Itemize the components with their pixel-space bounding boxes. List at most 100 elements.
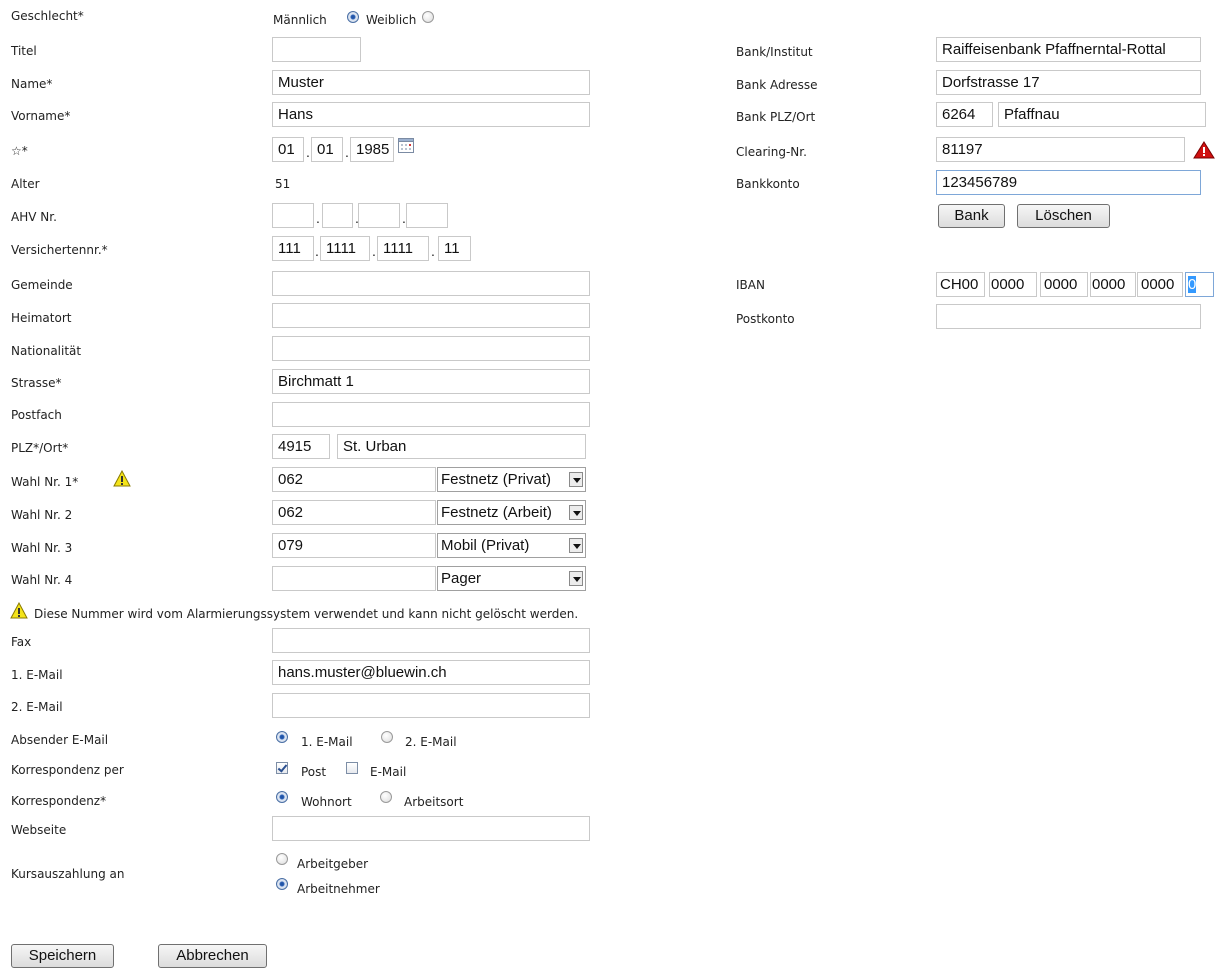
- fax-label: Fax: [11, 635, 32, 649]
- wahl2-type-select[interactable]: Festnetz (Arbeit): [437, 500, 586, 525]
- date-separator: .: [306, 144, 310, 160]
- alter-value: 51: [275, 177, 291, 191]
- wahl4-number-input[interactable]: [272, 566, 436, 591]
- postkonto-label: Postkonto: [736, 312, 795, 326]
- versichertennr-separator: .: [372, 243, 376, 259]
- iban-part4-input[interactable]: 0000: [1090, 272, 1136, 297]
- iban-part6-input[interactable]: 0: [1185, 272, 1214, 297]
- ahv-part4-input[interactable]: [406, 203, 448, 228]
- webseite-label: Webseite: [11, 823, 67, 837]
- bank-adresse-input[interactable]: Dorfstrasse 17: [936, 70, 1201, 95]
- birth-year-input[interactable]: 1985: [350, 137, 394, 162]
- bank-institut-input[interactable]: Raiffeisenbank Pfaffnerntal-Rottal: [936, 37, 1201, 62]
- postfach-input[interactable]: [272, 402, 590, 427]
- wahl4-label: Wahl Nr. 4: [11, 573, 73, 587]
- error-icon: [1193, 141, 1215, 159]
- iban-part2-input[interactable]: 0000: [989, 272, 1037, 297]
- save-button[interactable]: Speichern: [11, 944, 114, 968]
- wahl3-number-input[interactable]: 079: [272, 533, 436, 558]
- strasse-input[interactable]: Birchmatt 1: [272, 369, 590, 394]
- postkonto-input[interactable]: [936, 304, 1201, 329]
- clearing-label: Clearing-Nr.: [736, 145, 807, 159]
- wahl4-type-value: Pager: [441, 570, 482, 587]
- weiblich-radio[interactable]: [422, 11, 434, 23]
- gemeinde-label: Gemeinde: [11, 278, 73, 292]
- bank-ort-input[interactable]: Pfaffnau: [998, 102, 1206, 127]
- ahv-part1-input[interactable]: [272, 203, 314, 228]
- warning-icon: [10, 602, 28, 619]
- wahl3-type-value: Mobil (Privat): [441, 537, 530, 554]
- birth-day-input[interactable]: 01: [272, 137, 304, 162]
- titel-label: Titel: [11, 44, 37, 58]
- versichertennr-separator: .: [431, 243, 435, 259]
- arbeitgeber-label: Arbeitgeber: [297, 857, 369, 871]
- versichertennr-part3-input[interactable]: 1111: [377, 236, 429, 261]
- name-input[interactable]: Muster: [272, 70, 590, 95]
- versichertennr-part2-input[interactable]: 1111: [320, 236, 370, 261]
- bank-button[interactable]: Bank: [938, 204, 1005, 228]
- post-checkbox[interactable]: [276, 762, 288, 774]
- arbeitgeber-radio[interactable]: [276, 853, 288, 865]
- clearing-input[interactable]: 81197: [936, 137, 1185, 162]
- versichertennr-separator: .: [315, 243, 319, 259]
- bank-adresse-label: Bank Adresse: [736, 78, 818, 92]
- vorname-input[interactable]: Hans: [272, 102, 590, 127]
- email1-input[interactable]: hans.muster@bluewin.ch: [272, 660, 590, 685]
- versichertennr-part1-input[interactable]: 111: [272, 236, 314, 261]
- ort-input[interactable]: St. Urban: [337, 434, 586, 459]
- birth-month-input[interactable]: 01: [311, 137, 343, 162]
- wahl2-label: Wahl Nr. 2: [11, 508, 73, 522]
- heimatort-input[interactable]: [272, 303, 590, 328]
- chevron-down-icon: [569, 505, 583, 520]
- versichertennr-part4-input[interactable]: 11: [438, 236, 471, 261]
- chevron-down-icon: [569, 472, 583, 487]
- email-checkbox[interactable]: [346, 762, 358, 774]
- ahv-part3-input[interactable]: [358, 203, 400, 228]
- plz-ort-label: PLZ*/Ort*: [11, 441, 69, 455]
- wahl1-type-select[interactable]: Festnetz (Privat): [437, 467, 586, 492]
- versichertennr-label: Versichertennr.*: [11, 243, 108, 257]
- titel-input[interactable]: [272, 37, 361, 62]
- absender-email2-radio[interactable]: [381, 731, 393, 743]
- iban-label: IBAN: [736, 278, 765, 292]
- calendar-icon[interactable]: [398, 138, 414, 153]
- iban-part5-input[interactable]: 0000: [1137, 272, 1183, 297]
- wahl1-type-value: Festnetz (Privat): [441, 471, 552, 488]
- wahl3-type-select[interactable]: Mobil (Privat): [437, 533, 586, 558]
- wahl2-number-input[interactable]: 062: [272, 500, 436, 525]
- ahv-separator: .: [316, 210, 320, 226]
- bankkonto-input[interactable]: 123456789: [936, 170, 1201, 195]
- webseite-input[interactable]: [272, 816, 590, 841]
- email2-input[interactable]: [272, 693, 590, 718]
- iban-part3-input[interactable]: 0000: [1040, 272, 1088, 297]
- email1-label: 1. E-Mail: [11, 668, 63, 682]
- gemeinde-input[interactable]: [272, 271, 590, 296]
- wohnort-radio[interactable]: [276, 791, 288, 803]
- arbeitsort-radio[interactable]: [380, 791, 392, 803]
- wahl1-number-input[interactable]: 062: [272, 467, 436, 492]
- wahl4-type-select[interactable]: Pager: [437, 566, 586, 591]
- bank-plz-ort-label: Bank PLZ/Ort: [736, 110, 816, 124]
- nationalitaet-label: Nationalität: [11, 344, 82, 358]
- cancel-button[interactable]: Abbrechen: [158, 944, 267, 968]
- bank-plz-input[interactable]: 6264: [936, 102, 993, 127]
- chevron-down-icon: [569, 538, 583, 553]
- nationalitaet-input[interactable]: [272, 336, 590, 361]
- arbeitnehmer-radio[interactable]: [276, 878, 288, 890]
- loeschen-button[interactable]: Löschen: [1017, 204, 1110, 228]
- ahv-label: AHV Nr.: [11, 210, 57, 224]
- maennlich-radio[interactable]: [347, 11, 359, 23]
- ahv-part2-input[interactable]: [322, 203, 353, 228]
- absender-email1-radio[interactable]: [276, 731, 288, 743]
- weiblich-label: Weiblich: [366, 13, 417, 27]
- plz-input[interactable]: 4915: [272, 434, 330, 459]
- arbeitsort-label: Arbeitsort: [404, 795, 464, 809]
- korr-per-label: Korrespondenz per: [11, 763, 124, 777]
- wohnort-label: Wohnort: [301, 795, 352, 809]
- absender-email2-label: 2. E-Mail: [405, 735, 457, 749]
- date-separator: .: [345, 144, 349, 160]
- arbeitnehmer-label: Arbeitnehmer: [297, 882, 380, 896]
- iban-part1-input[interactable]: CH00: [936, 272, 985, 297]
- bankkonto-label: Bankkonto: [736, 177, 800, 191]
- fax-input[interactable]: [272, 628, 590, 653]
